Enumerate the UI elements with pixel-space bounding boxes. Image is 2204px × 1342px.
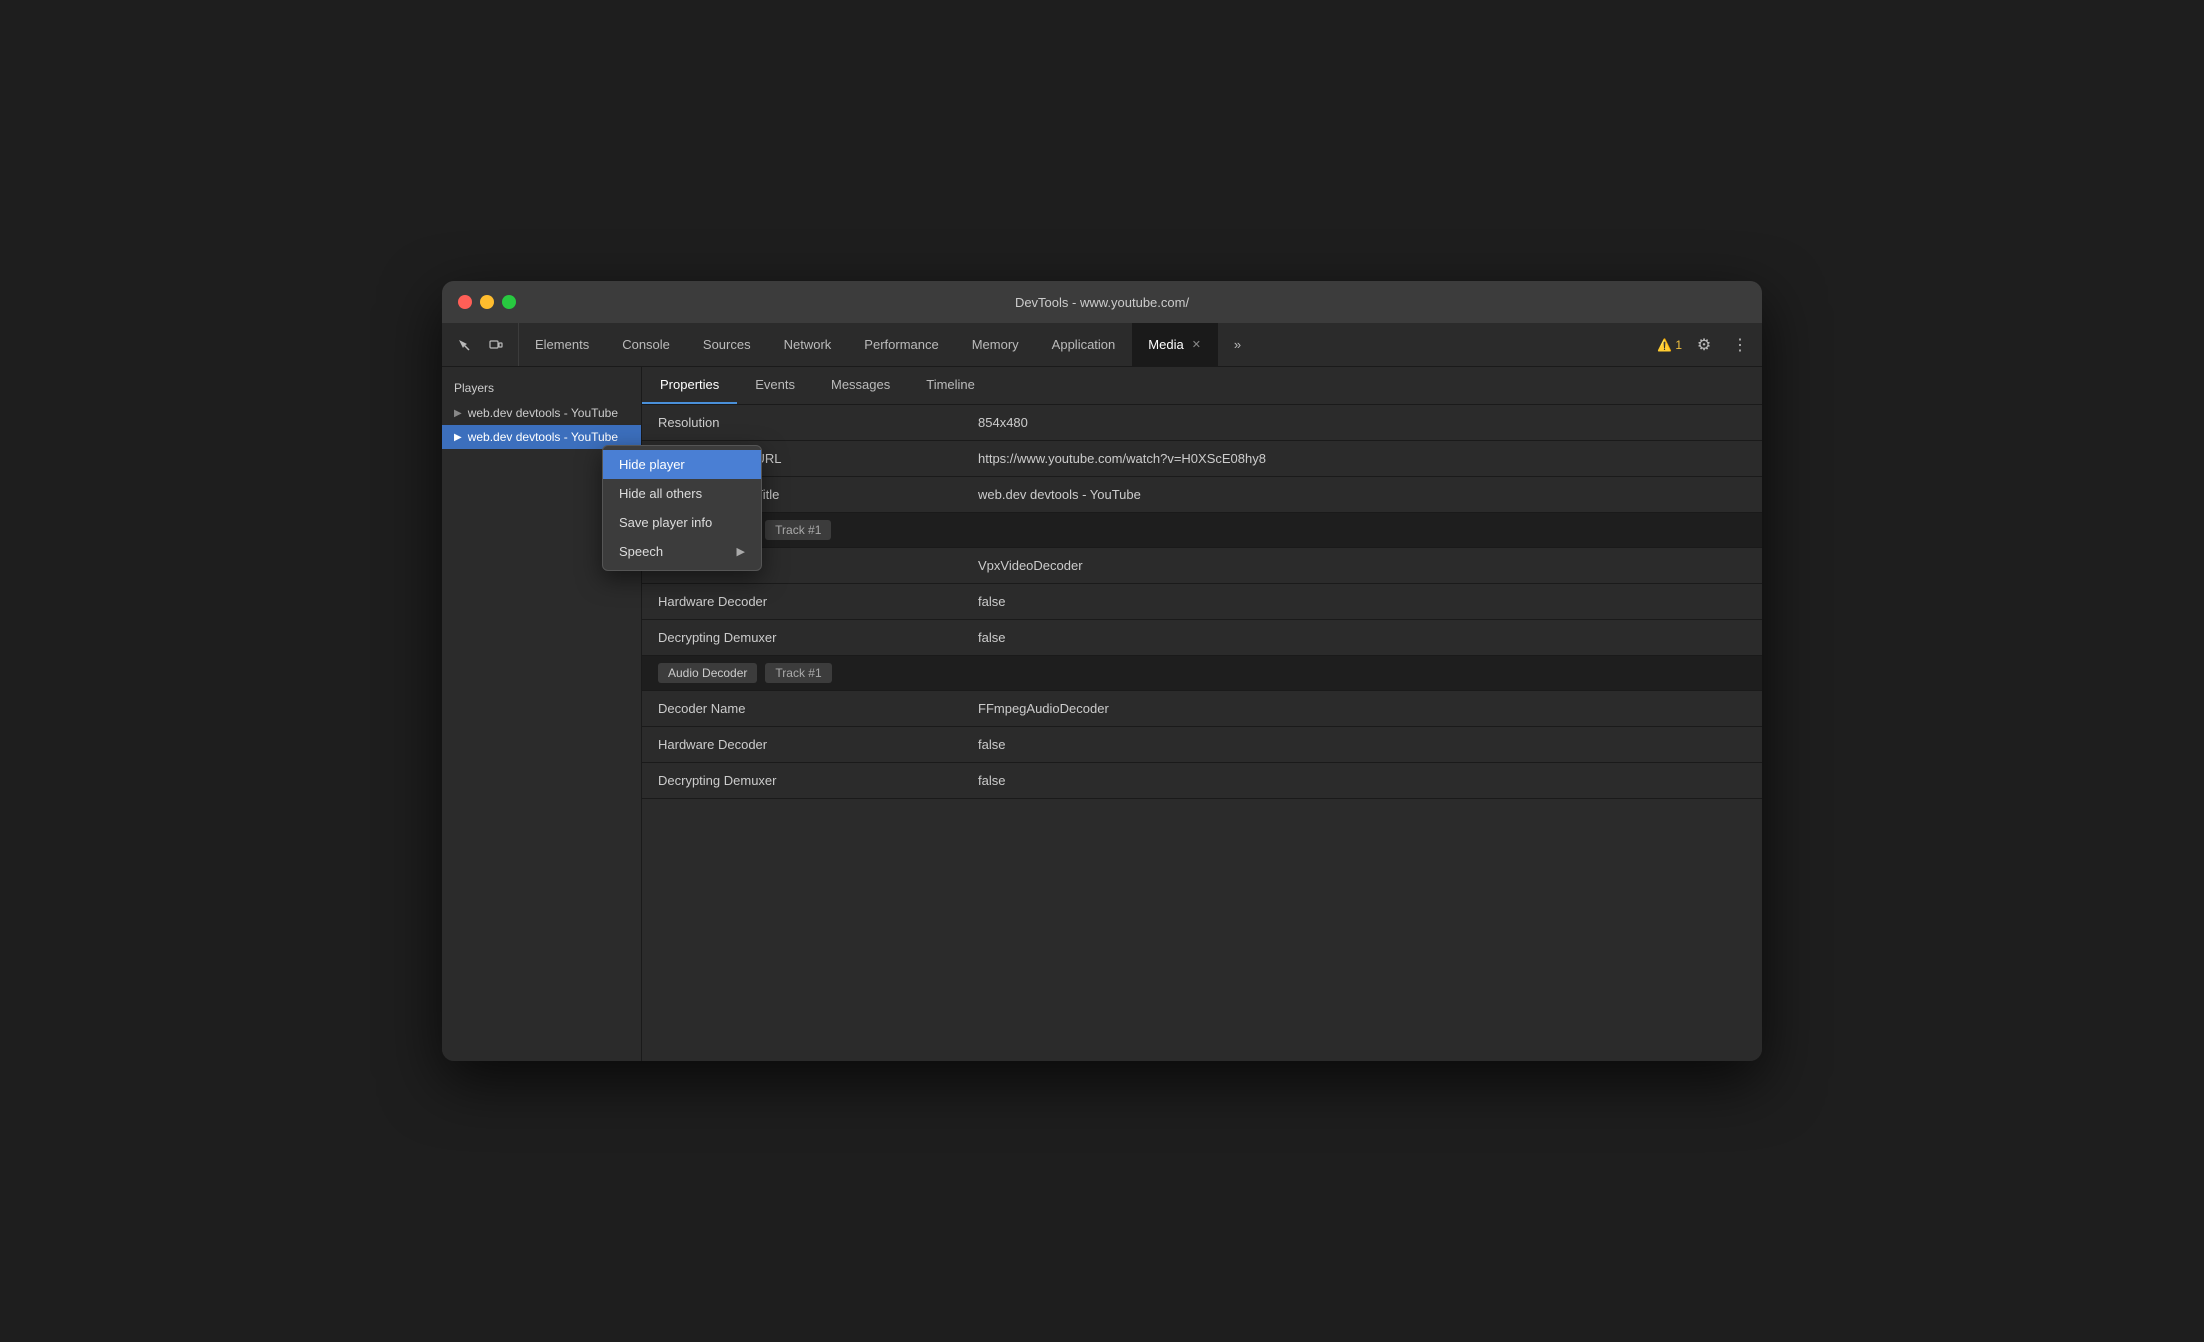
context-menu: Hide player Hide all others Save player … bbox=[602, 445, 762, 571]
prop-key-video-demuxer: Decrypting Demuxer bbox=[642, 622, 962, 653]
player-item-1[interactable]: ▶ web.dev devtools - YouTube bbox=[442, 401, 641, 425]
prop-value-resolution: 854x480 bbox=[962, 407, 1762, 438]
prop-value-audio-decoder-name: FFmpegAudioDecoder bbox=[962, 693, 1762, 724]
prop-value-audio-demuxer: false bbox=[962, 765, 1762, 796]
prop-row-video-decoder-name: Decoder Name VpxVideoDecoder bbox=[642, 548, 1762, 584]
prop-row-playback-title: Playback Frame Title web.dev devtools - … bbox=[642, 477, 1762, 513]
prop-value-video-demuxer: false bbox=[962, 622, 1762, 653]
prop-value-playback-title: web.dev devtools - YouTube bbox=[962, 479, 1762, 510]
panel: Properties Events Messages Timeline Reso… bbox=[642, 367, 1762, 1061]
audio-decoder-badge: Audio Decoder bbox=[658, 663, 757, 683]
prop-row-audio-demuxer: Decrypting Demuxer false bbox=[642, 763, 1762, 799]
player-arrow-2: ▶ bbox=[454, 432, 462, 443]
more-options-icon[interactable]: ⋮ bbox=[1726, 331, 1754, 359]
prop-row-video-demuxer: Decrypting Demuxer false bbox=[642, 620, 1762, 656]
traffic-lights bbox=[458, 295, 516, 309]
prop-key-audio-decoder-name: Decoder Name bbox=[642, 693, 962, 724]
section-video-decoder: Video Decoder Track #1 bbox=[642, 513, 1762, 548]
tab-application[interactable]: Application bbox=[1036, 323, 1133, 366]
tab-network[interactable]: Network bbox=[768, 323, 849, 366]
prop-key-audio-demuxer: Decrypting Demuxer bbox=[642, 765, 962, 796]
prop-value-video-hardware: false bbox=[962, 586, 1762, 617]
tab-elements[interactable]: Elements bbox=[519, 323, 606, 366]
window-title: DevTools - www.youtube.com/ bbox=[1015, 295, 1189, 310]
tab-performance[interactable]: Performance bbox=[848, 323, 955, 366]
toolbar: Elements Console Sources Network Perform… bbox=[442, 323, 1762, 367]
properties-table: Resolution 854x480 Playback Frame URL ht… bbox=[642, 405, 1762, 1061]
sidebar: Players ▶ web.dev devtools - YouTube ▶ w… bbox=[442, 367, 642, 1061]
player-arrow-1: ▶ bbox=[454, 408, 462, 419]
tab-messages[interactable]: Messages bbox=[813, 367, 908, 404]
minimize-button[interactable] bbox=[480, 295, 494, 309]
warning-icon: ⚠️ bbox=[1657, 338, 1672, 352]
main-content: Players ▶ web.dev devtools - YouTube ▶ w… bbox=[442, 367, 1762, 1061]
toolbar-icon-group bbox=[442, 323, 519, 366]
title-bar: DevTools - www.youtube.com/ bbox=[442, 281, 1762, 323]
prop-value-video-decoder-name: VpxVideoDecoder bbox=[962, 550, 1762, 581]
tab-sources[interactable]: Sources bbox=[687, 323, 768, 366]
panel-tabs: Properties Events Messages Timeline bbox=[642, 367, 1762, 405]
tab-more[interactable]: » bbox=[1218, 323, 1258, 366]
prop-row-resolution: Resolution 854x480 bbox=[642, 405, 1762, 441]
close-button[interactable] bbox=[458, 295, 472, 309]
prop-key-audio-hardware: Hardware Decoder bbox=[642, 729, 962, 760]
tab-timeline[interactable]: Timeline bbox=[908, 367, 993, 404]
context-menu-item-hide-player[interactable]: Hide player bbox=[603, 450, 761, 479]
tab-properties[interactable]: Properties bbox=[642, 367, 737, 404]
tab-media-close[interactable]: ✕ bbox=[1192, 338, 1201, 351]
inspect-icon[interactable] bbox=[450, 331, 478, 359]
prop-key-resolution: Resolution bbox=[642, 407, 962, 438]
prop-row-audio-hardware: Hardware Decoder false bbox=[642, 727, 1762, 763]
context-menu-item-hide-all-others[interactable]: Hide all others bbox=[603, 479, 761, 508]
prop-value-audio-hardware: false bbox=[962, 729, 1762, 760]
toolbar-right: ⚠️ 1 ⚙ ⋮ bbox=[1649, 323, 1762, 366]
tab-console[interactable]: Console bbox=[606, 323, 687, 366]
sidebar-title: Players bbox=[442, 375, 641, 401]
nav-tabs: Elements Console Sources Network Perform… bbox=[519, 323, 1649, 366]
warning-badge: ⚠️ 1 bbox=[1657, 338, 1682, 352]
section-audio-decoder: Audio Decoder Track #1 bbox=[642, 656, 1762, 691]
audio-decoder-track: Track #1 bbox=[765, 663, 831, 683]
tab-media[interactable]: Media ✕ bbox=[1132, 323, 1218, 366]
prop-row-audio-decoder-name: Decoder Name FFmpegAudioDecoder bbox=[642, 691, 1762, 727]
video-decoder-track: Track #1 bbox=[765, 520, 831, 540]
prop-row-video-hardware: Hardware Decoder false bbox=[642, 584, 1762, 620]
context-menu-item-save-player-info[interactable]: Save player info bbox=[603, 508, 761, 537]
tab-memory[interactable]: Memory bbox=[956, 323, 1036, 366]
prop-key-video-hardware: Hardware Decoder bbox=[642, 586, 962, 617]
tab-events[interactable]: Events bbox=[737, 367, 813, 404]
devtools-window: DevTools - www.youtube.com/ Elements bbox=[442, 281, 1762, 1061]
maximize-button[interactable] bbox=[502, 295, 516, 309]
context-menu-item-speech[interactable]: Speech ▶ bbox=[603, 537, 761, 566]
speech-submenu-arrow: ▶ bbox=[737, 545, 745, 558]
prop-value-playback-url: https://www.youtube.com/watch?v=H0XScE08… bbox=[962, 443, 1762, 474]
device-icon[interactable] bbox=[482, 331, 510, 359]
settings-icon[interactable]: ⚙ bbox=[1690, 331, 1718, 359]
prop-row-playback-url: Playback Frame URL https://www.youtube.c… bbox=[642, 441, 1762, 477]
